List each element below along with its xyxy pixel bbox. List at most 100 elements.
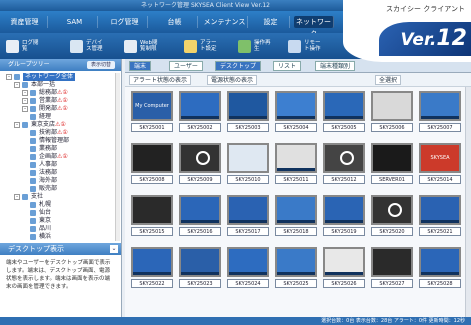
computer-tile[interactable]: SKY25028 [417, 247, 463, 297]
tree-scrollbar[interactable] [115, 73, 120, 241]
tree-item[interactable]: - 本部一括 [6, 81, 121, 89]
expand-toggle[interactable]: - [6, 74, 12, 80]
computer-tile[interactable]: SKY25011 [273, 143, 319, 193]
toolbar-button[interactable]: アラート設定 [184, 37, 220, 55]
tree-item[interactable]: 業務部 [6, 145, 121, 153]
desktop-thumbnail [419, 195, 461, 225]
expand-toggle[interactable]: - [14, 194, 20, 200]
toolbar-button[interactable]: デバイス管理 [70, 37, 106, 55]
computer-tile[interactable]: SKY25025 [273, 247, 319, 297]
computer-tile[interactable]: SKY25009 [177, 143, 223, 193]
view-tab[interactable]: ユーザー [169, 61, 203, 71]
desktop-thumbnail: My Computer [131, 91, 173, 121]
computer-tile[interactable]: SKY25018 [273, 195, 319, 245]
expand-toggle[interactable]: - [22, 98, 28, 104]
tree-item[interactable]: - 東京支店 ⚠① [6, 121, 121, 129]
filter-button[interactable]: 全選択 [375, 75, 402, 85]
view-tab[interactable]: 端末種類別 [315, 61, 356, 71]
computer-tile[interactable]: SKY25002 [177, 91, 223, 141]
power-icon [196, 151, 210, 165]
computer-tile[interactable]: SKYSEA SKY25014 [417, 143, 463, 193]
computer-tile[interactable]: SKY25016 [177, 195, 223, 245]
toolbar-button[interactable]: 操作再生 [238, 37, 274, 55]
tree-item[interactable]: 横浜 [6, 233, 121, 241]
tree-item[interactable]: 東京 [6, 217, 121, 225]
computer-name: SERVER01 [371, 175, 413, 184]
tree-item[interactable]: 海外部 [6, 177, 121, 185]
tree-item[interactable]: 人事部 [6, 161, 121, 169]
menu-item[interactable]: 資産管理 [2, 16, 48, 28]
chevron-down-icon[interactable]: ⌄ [110, 245, 118, 253]
tree-item[interactable]: 販売部 [6, 185, 121, 193]
tree-item[interactable]: - 総務部 ⚠① [6, 89, 121, 97]
tree-item[interactable]: 経理 [6, 113, 121, 121]
toolbar-button[interactable]: Web閲覧制限 [124, 37, 160, 55]
computer-tile[interactable]: SKY25012 [321, 143, 367, 193]
version-number: 12 [436, 26, 467, 51]
tree-item[interactable]: - 開発部 ⚠① [6, 105, 121, 113]
menu-item[interactable]: SAM [52, 16, 98, 28]
menu-item[interactable]: メンテナンス [202, 16, 248, 28]
desktop-thumbnail [371, 143, 413, 173]
taskbar-icon [277, 220, 315, 223]
computer-tile[interactable]: SKY25007 [417, 91, 463, 141]
desktop-thumbnail [275, 195, 317, 225]
computer-name: SKY25026 [323, 279, 365, 288]
view-tab[interactable]: 端末 [129, 61, 152, 71]
menu-item[interactable]: ログ管理 [102, 16, 148, 28]
computer-tile[interactable]: SKY25006 [369, 91, 415, 141]
computer-tile[interactable]: SKY25023 [177, 247, 223, 297]
computer-tile[interactable]: SKY25005 [321, 91, 367, 141]
computer-tile[interactable]: My Computer SKY25001 [129, 91, 175, 141]
tree-item[interactable]: 情報管理部 [6, 137, 121, 145]
computer-tile[interactable]: SKY25026 [321, 247, 367, 297]
desktop-thumbnail [131, 143, 173, 173]
toolbar-button[interactable]: リモート操作 [288, 37, 324, 55]
computer-name: SKY25019 [323, 227, 365, 236]
tree-item[interactable]: 仙台 [6, 209, 121, 217]
computer-name: SKY25021 [419, 227, 461, 236]
view-tab[interactable]: デスクトップ [215, 61, 262, 71]
tree-item[interactable]: 法務部 [6, 169, 121, 177]
tree-item[interactable]: - ネットワーク全体 [6, 73, 121, 81]
menu-item[interactable]: 設定 [252, 16, 290, 28]
tree-item[interactable]: - 支社 [6, 193, 121, 201]
computer-tile[interactable]: SKY25020 [369, 195, 415, 245]
computer-name: SKY25017 [227, 227, 269, 236]
view-tab[interactable]: リスト [273, 61, 302, 71]
menu-item[interactable]: 台帳 [152, 16, 198, 28]
tree-item[interactable]: 札幌 [6, 201, 121, 209]
grid-scrollbar[interactable] [465, 87, 471, 317]
view-toggle-button[interactable]: 表示切替 [86, 61, 115, 69]
tree-item[interactable]: - 営業部 ⚠① [6, 97, 121, 105]
desktop-thumbnail [371, 247, 413, 277]
tree-item-label: 品川 [39, 225, 52, 232]
tree-item[interactable]: 品川 [6, 225, 121, 233]
computer-tile[interactable]: SKY25003 [225, 91, 271, 141]
computer-tile[interactable]: SKY25017 [225, 195, 271, 245]
expand-toggle[interactable]: - [14, 122, 20, 128]
computer-tile[interactable]: SKY25024 [225, 247, 271, 297]
menu-item[interactable]: ネットワーク [294, 16, 334, 38]
computer-tile[interactable]: SKY25010 [225, 143, 271, 193]
computer-tile[interactable]: SKY25019 [321, 195, 367, 245]
computer-tile[interactable]: SKY25022 [129, 247, 175, 297]
filter-button[interactable]: アラート状態の表示 [129, 75, 192, 85]
tree-item[interactable]: 企画部 ⚠① [6, 153, 121, 161]
computer-tile[interactable]: SKY25021 [417, 195, 463, 245]
taskbar-icon [181, 220, 219, 223]
expand-toggle[interactable]: - [22, 90, 28, 96]
computer-tile[interactable]: SKY25004 [273, 91, 319, 141]
computer-tile[interactable]: SKY25008 [129, 143, 175, 193]
toolbar-button[interactable]: ログ閲覧 [6, 37, 42, 55]
computer-name: SKY25015 [131, 227, 173, 236]
computer-tile[interactable]: SERVER01 [369, 143, 415, 193]
expand-toggle[interactable]: - [14, 82, 20, 88]
computer-name: SKY25014 [419, 175, 461, 184]
computer-name: SKY25010 [227, 175, 269, 184]
filter-button[interactable]: 電源状態の表示 [207, 75, 258, 85]
computer-tile[interactable]: SKY25027 [369, 247, 415, 297]
tree-item[interactable]: 技術部 ⚠① [6, 129, 121, 137]
expand-toggle[interactable]: - [22, 106, 28, 112]
computer-tile[interactable]: SKY25015 [129, 195, 175, 245]
